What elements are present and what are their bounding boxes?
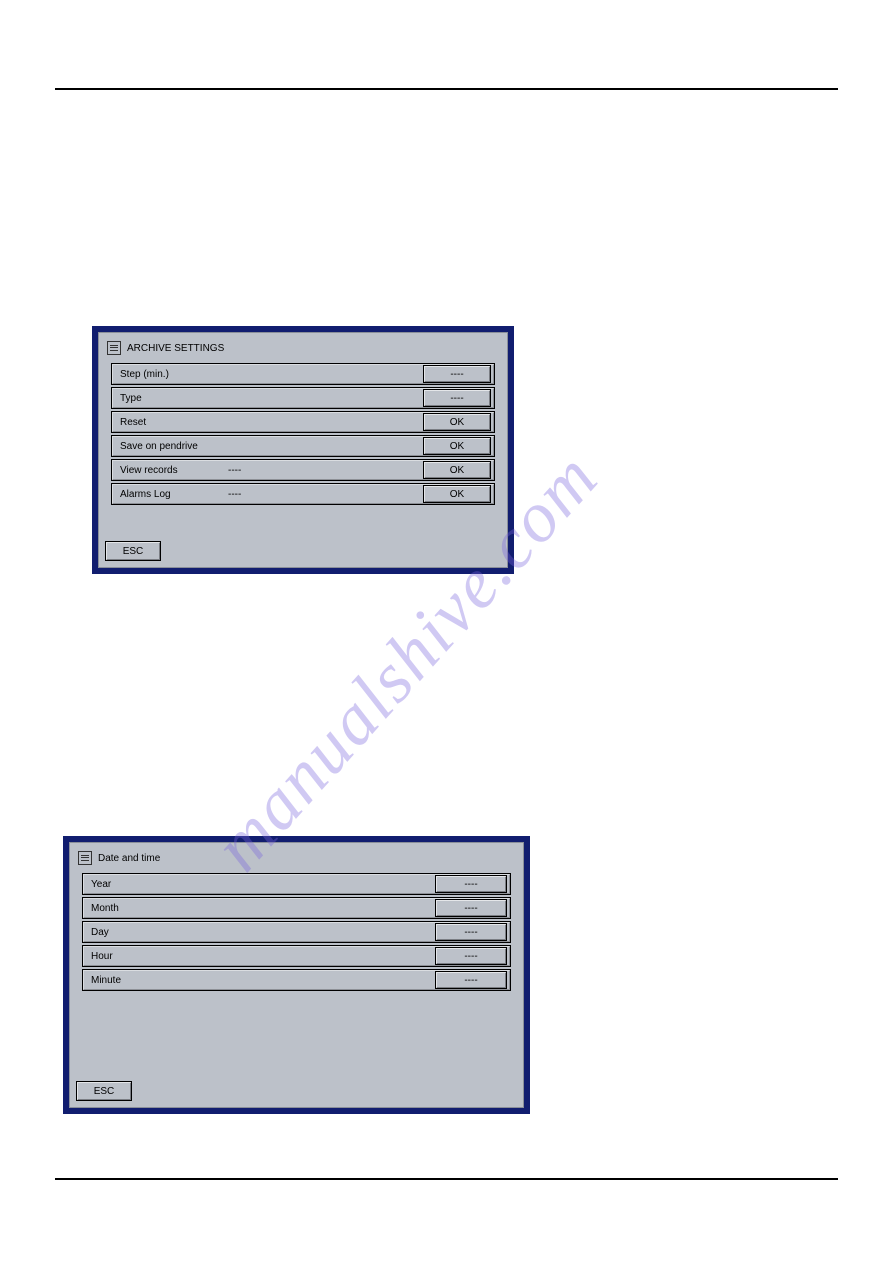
panel-archive-header: ARCHIVE SETTINGS (105, 339, 501, 361)
row-label: Minute (83, 970, 193, 990)
alarms-log-ok-button[interactable]: OK (423, 485, 491, 503)
row-day: Day ---- (82, 921, 511, 943)
row-mid (222, 412, 423, 432)
row-save-pendrive: Save on pendrive OK (111, 435, 495, 457)
row-hour: Hour ---- (82, 945, 511, 967)
row-mid (222, 388, 423, 408)
list-icon (107, 341, 121, 355)
panel-archive-inner: ARCHIVE SETTINGS Step (min.) ---- Type -… (98, 332, 508, 568)
divider-top (55, 88, 838, 90)
row-label: Type (112, 388, 222, 408)
step-value-button[interactable]: ---- (423, 365, 491, 383)
row-mid (193, 922, 435, 942)
esc-button[interactable]: ESC (105, 541, 161, 561)
row-label: Month (83, 898, 193, 918)
panel-date-time: Date and time Year ---- Month ---- Day -… (63, 836, 530, 1114)
row-reset: Reset OK (111, 411, 495, 433)
row-minute: Minute ---- (82, 969, 511, 991)
minute-value-button[interactable]: ---- (435, 971, 507, 989)
row-label: View records (112, 460, 222, 480)
row-label: Reset (112, 412, 222, 432)
row-label: Year (83, 874, 193, 894)
row-mid: ---- (222, 460, 423, 480)
panel-date-title: Date and time (98, 853, 160, 864)
year-value-button[interactable]: ---- (435, 875, 507, 893)
row-label: Save on pendrive (112, 436, 222, 456)
row-mid (193, 970, 435, 990)
row-mid (222, 436, 423, 456)
row-mid (222, 364, 423, 384)
reset-ok-button[interactable]: OK (423, 413, 491, 431)
row-year: Year ---- (82, 873, 511, 895)
panel-archive-settings: ARCHIVE SETTINGS Step (min.) ---- Type -… (92, 326, 514, 574)
row-mid (193, 946, 435, 966)
divider-bottom (55, 1178, 838, 1180)
save-pendrive-ok-button[interactable]: OK (423, 437, 491, 455)
list-icon (78, 851, 92, 865)
row-type: Type ---- (111, 387, 495, 409)
hour-value-button[interactable]: ---- (435, 947, 507, 965)
view-records-ok-button[interactable]: OK (423, 461, 491, 479)
row-step: Step (min.) ---- (111, 363, 495, 385)
month-value-button[interactable]: ---- (435, 899, 507, 917)
panel-archive-title: ARCHIVE SETTINGS (127, 343, 224, 354)
panel-date-inner: Date and time Year ---- Month ---- Day -… (69, 842, 524, 1108)
panel-date-header: Date and time (76, 849, 517, 871)
row-month: Month ---- (82, 897, 511, 919)
row-mid (193, 898, 435, 918)
row-alarms-log: Alarms Log ---- OK (111, 483, 495, 505)
row-mid: ---- (222, 484, 423, 504)
row-label: Hour (83, 946, 193, 966)
esc-button[interactable]: ESC (76, 1081, 132, 1101)
row-label: Alarms Log (112, 484, 222, 504)
row-label: Step (min.) (112, 364, 222, 384)
row-label: Day (83, 922, 193, 942)
row-view-records: View records ---- OK (111, 459, 495, 481)
row-mid (193, 874, 435, 894)
type-value-button[interactable]: ---- (423, 389, 491, 407)
day-value-button[interactable]: ---- (435, 923, 507, 941)
